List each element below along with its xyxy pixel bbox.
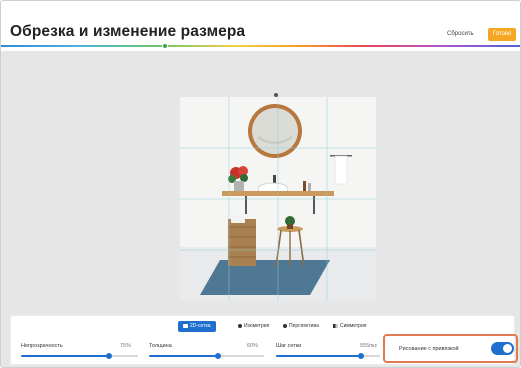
image-canvas[interactable]: [180, 97, 376, 301]
grid-step-label: Шаг сетки: [276, 343, 302, 349]
opacity-value: 75%: [120, 343, 132, 349]
mode-symmetry[interactable]: Симметрия: [328, 321, 371, 332]
thickness-slider-fill: [149, 355, 218, 357]
grid-step-slider-thumb[interactable]: [358, 353, 365, 359]
isometric-icon: [238, 323, 242, 328]
opacity-slider-thumb[interactable]: [105, 353, 112, 359]
opacity-slider-fill: [21, 355, 109, 357]
grid-step-value: 555пкс: [360, 343, 378, 349]
perspective-icon: [283, 323, 287, 328]
grid-step-slider-fill: [276, 355, 362, 357]
snap-drawing-label: Рисование с привязкой: [399, 346, 459, 352]
mode-2d-grid[interactable]: 2D-сетка: [178, 321, 216, 332]
header-bar: Обрезка и изменение размера Сбросить Гот…: [1, 1, 520, 51]
thickness-slider[interactable]: [149, 353, 264, 359]
grid-2d-icon: [183, 323, 188, 328]
page-title: Обрезка и изменение размера: [10, 23, 246, 40]
done-button[interactable]: Готово: [488, 28, 516, 41]
thickness-label: Толщина: [149, 343, 172, 349]
opacity-slider[interactable]: [21, 353, 138, 359]
toggle-knob: [503, 344, 512, 353]
reset-button[interactable]: Сбросить: [447, 31, 474, 37]
mode-isometric[interactable]: Изометрия: [233, 321, 274, 332]
grid-step-slider[interactable]: [276, 353, 380, 359]
mode-perspective[interactable]: Перспектива: [278, 321, 324, 332]
app-window: Обрезка и изменение размера Сбросить Гот…: [0, 0, 521, 368]
progress-marker: [162, 43, 168, 49]
thickness-slider-thumb[interactable]: [215, 353, 221, 359]
thickness-value: 60%: [247, 343, 259, 349]
bathroom-image: [180, 97, 376, 301]
progress-rainbow-bar: [1, 45, 520, 47]
snap-drawing-toggle[interactable]: [491, 342, 514, 355]
symmetry-icon: [333, 323, 338, 328]
opacity-label: Непрозрачность: [21, 343, 63, 349]
